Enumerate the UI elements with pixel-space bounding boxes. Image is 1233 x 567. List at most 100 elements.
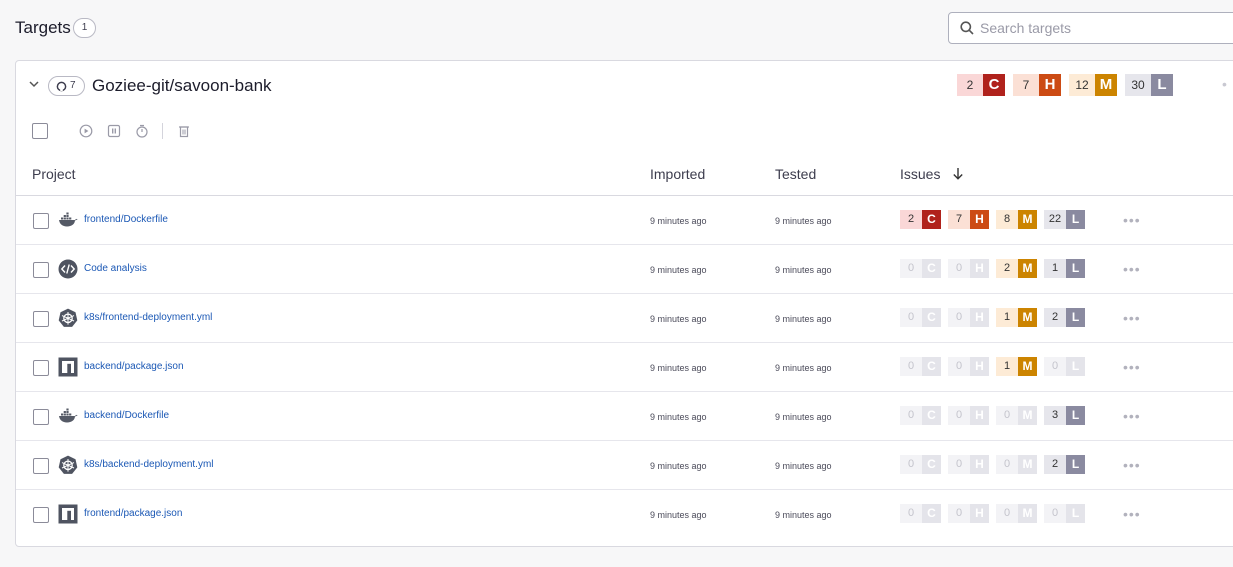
- column-tested[interactable]: Tested: [775, 166, 816, 182]
- row-checkbox[interactable]: [33, 409, 49, 425]
- medium-count: 0: [996, 504, 1018, 523]
- project-link[interactable]: Code analysis: [84, 263, 147, 274]
- low-count: 22: [1044, 210, 1066, 229]
- target-card: 7 Goziee-git/savoon-bank 2 C 7 H 12 M 30 L •: [15, 60, 1233, 547]
- select-all-checkbox[interactable]: [32, 123, 48, 139]
- project-issue-summary: 0C0H1M0L: [900, 357, 1092, 377]
- more-options-icon[interactable]: •••: [1123, 311, 1141, 325]
- project-issue-summary: 0C 0H 0M 3L: [900, 406, 1092, 426]
- search-box[interactable]: [948, 12, 1233, 44]
- imported-date: 9 minutes ago: [650, 461, 707, 471]
- project-link[interactable]: backend/package.json: [84, 361, 184, 372]
- critical-count: 0: [900, 455, 922, 474]
- low-count: 2: [1044, 308, 1066, 327]
- project-link[interactable]: k8s/frontend-deployment.yml: [84, 312, 212, 323]
- project-link[interactable]: frontend/package.json: [84, 508, 182, 519]
- github-icon: [56, 81, 67, 92]
- low-severity-letter: L: [1066, 259, 1085, 278]
- npm-icon: [58, 504, 78, 524]
- high-severity-letter: H: [970, 259, 989, 278]
- critical-severity-letter: C: [922, 259, 941, 278]
- critical-count: 0: [900, 357, 922, 376]
- medium-count: 12: [1069, 74, 1095, 96]
- more-options-icon[interactable]: •••: [1123, 507, 1141, 521]
- table-row[interactable]: Code analysis 9 minutes ago 9 minutes ago 0…: [16, 245, 1233, 294]
- row-checkbox[interactable]: [33, 311, 49, 327]
- low-issues: 3L: [1044, 406, 1085, 425]
- low-severity-letter: L: [1066, 504, 1085, 523]
- high-count: 7: [948, 210, 970, 229]
- medium-issues: 0M: [996, 406, 1037, 425]
- low-issues: 22 L: [1044, 210, 1085, 229]
- project-issue-summary: 0C0H0M2L: [900, 455, 1092, 475]
- more-options-icon[interactable]: •••: [1123, 213, 1141, 227]
- pause-icon[interactable]: [107, 124, 121, 138]
- more-options-icon[interactable]: •••: [1123, 458, 1141, 472]
- high-issues: 0H: [948, 455, 989, 474]
- high-issues: 0H: [948, 406, 989, 425]
- target-name[interactable]: Goziee-git/savoon-bank: [92, 76, 272, 96]
- target-header[interactable]: 7 Goziee-git/savoon-bank 2 C 7 H 12 M 30 L •: [16, 61, 1233, 111]
- high-issues: 0H: [948, 259, 989, 278]
- table-row[interactable]: k8s/frontend-deployment.yml 9 minutes ago…: [16, 294, 1233, 343]
- top-bar: Targets 1: [0, 0, 1233, 56]
- critical-issues: 2C: [957, 74, 1005, 96]
- critical-severity-letter: C: [922, 406, 941, 425]
- imported-date: 9 minutes ago: [650, 265, 707, 275]
- high-severity-letter: H: [970, 455, 989, 474]
- medium-count: 8: [996, 210, 1018, 229]
- timer-icon[interactable]: [135, 124, 149, 138]
- critical-issues: 0C: [900, 406, 941, 425]
- table-row[interactable]: frontend/Dockerfile 9 minutes ago 9 minute…: [16, 196, 1233, 245]
- column-project[interactable]: Project: [32, 166, 76, 182]
- low-issues: 2L: [1044, 455, 1085, 474]
- project-link[interactable]: backend/Dockerfile: [84, 410, 169, 421]
- critical-severity-letter: C: [922, 308, 941, 327]
- high-count: 0: [948, 259, 970, 278]
- tested-date: 9 minutes ago: [775, 314, 832, 324]
- row-checkbox[interactable]: [33, 360, 49, 376]
- critical-severity-letter: C: [922, 357, 941, 376]
- low-count: 1: [1044, 259, 1066, 278]
- more-options-icon[interactable]: •••: [1123, 262, 1141, 276]
- toolbar-divider: [162, 123, 163, 139]
- more-options-icon[interactable]: •••: [1123, 360, 1141, 374]
- repo-count: 7: [70, 80, 76, 91]
- project-link[interactable]: frontend/Dockerfile: [84, 214, 168, 225]
- row-checkbox[interactable]: [33, 262, 49, 278]
- table-row[interactable]: backend/Dockerfile 9 minutes ago 9 minutes…: [16, 392, 1233, 441]
- table-row[interactable]: frontend/package.json 9 minutes ago 9 minu…: [16, 490, 1233, 539]
- imported-date: 9 minutes ago: [650, 216, 707, 226]
- chevron-down-icon[interactable]: [27, 77, 41, 91]
- search-input[interactable]: [980, 18, 1230, 38]
- high-count: 0: [948, 308, 970, 327]
- table-row[interactable]: k8s/backend-deployment.yml 9 minutes ago 9…: [16, 441, 1233, 490]
- row-checkbox[interactable]: [33, 213, 49, 229]
- trash-icon[interactable]: [177, 124, 191, 138]
- tested-date: 9 minutes ago: [775, 412, 832, 422]
- project-issue-summary: 0C0H0M0L: [900, 504, 1092, 524]
- high-count: 0: [948, 504, 970, 523]
- row-checkbox[interactable]: [33, 507, 49, 523]
- sort-descending-icon[interactable]: [952, 167, 964, 180]
- low-count: 0: [1044, 357, 1066, 376]
- table-row[interactable]: backend/package.json 9 minutes ago 9 minut…: [16, 343, 1233, 392]
- high-severity-letter: H: [970, 357, 989, 376]
- play-icon[interactable]: [79, 124, 93, 138]
- low-severity-letter: L: [1151, 74, 1173, 96]
- project-link[interactable]: k8s/backend-deployment.yml: [84, 459, 214, 470]
- low-severity-letter: L: [1066, 455, 1085, 474]
- more-options-icon[interactable]: •••: [1123, 409, 1141, 423]
- column-imported[interactable]: Imported: [650, 166, 705, 182]
- row-checkbox[interactable]: [33, 458, 49, 474]
- more-options-icon[interactable]: •: [1222, 77, 1230, 91]
- search-icon: [960, 21, 974, 35]
- medium-issues: 0M: [996, 455, 1037, 474]
- medium-severity-letter: M: [1095, 74, 1117, 96]
- high-severity-letter: H: [970, 406, 989, 425]
- docker-icon: [58, 406, 78, 426]
- column-issues[interactable]: Issues: [900, 166, 940, 182]
- medium-issues: 1M: [996, 308, 1037, 327]
- high-issues: 7H: [948, 210, 989, 229]
- high-severity-letter: H: [1039, 74, 1061, 96]
